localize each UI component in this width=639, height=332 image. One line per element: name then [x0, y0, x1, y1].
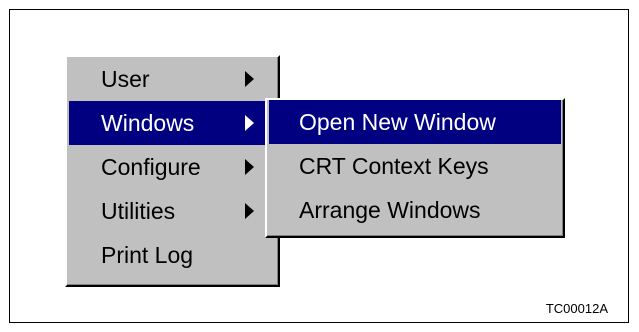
submenu-arrow-icon: [245, 203, 254, 219]
menu-item-label: User: [101, 66, 150, 92]
submenu-arrow-icon: [245, 71, 254, 87]
menu-item-utilities[interactable]: Utilities: [69, 189, 276, 233]
submenu-item-label: CRT Context Keys: [299, 153, 489, 179]
submenu-arrow-icon: [245, 115, 254, 131]
main-menu: User Windows Configure Utilities Print L…: [65, 55, 280, 287]
menu-item-user[interactable]: User: [69, 57, 276, 101]
menu-item-windows[interactable]: Windows: [69, 101, 276, 145]
submenu-item-crt-context-keys[interactable]: CRT Context Keys: [269, 144, 561, 188]
menu-item-print-log[interactable]: Print Log: [69, 233, 276, 277]
submenu-arrow-icon: [245, 159, 254, 175]
menu-item-label: Print Log: [101, 242, 194, 268]
submenu-item-label: Arrange Windows: [299, 197, 481, 223]
windows-submenu: Open New Window CRT Context Keys Arrange…: [265, 98, 565, 238]
menu-item-configure[interactable]: Configure: [69, 145, 276, 189]
figure-code: TC00012A: [545, 301, 608, 316]
menu-item-label: Windows: [101, 110, 195, 136]
submenu-item-open-new-window[interactable]: Open New Window: [269, 100, 561, 144]
menu-item-label: Configure: [101, 154, 201, 180]
menu-item-label: Utilities: [101, 198, 176, 224]
submenu-item-label: Open New Window: [299, 109, 496, 135]
figure-frame: User Windows Configure Utilities Print L…: [9, 9, 629, 323]
submenu-item-arrange-windows[interactable]: Arrange Windows: [269, 188, 561, 232]
